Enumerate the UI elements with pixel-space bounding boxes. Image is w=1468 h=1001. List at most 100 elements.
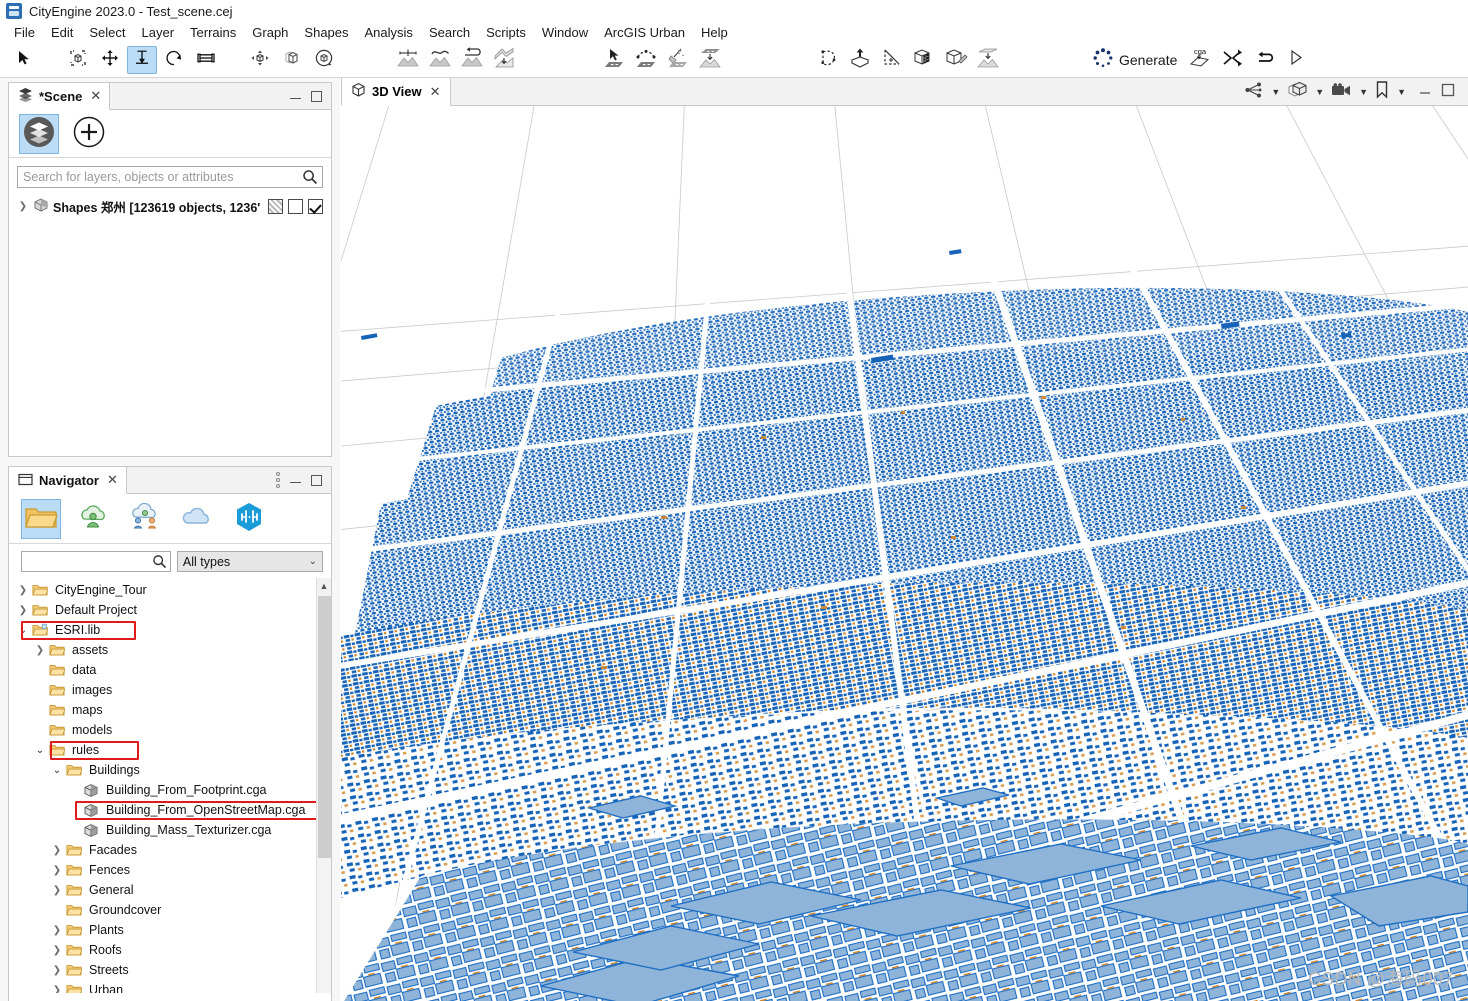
close-icon[interactable]: ✕ — [90, 88, 101, 104]
menu-shapes[interactable]: Shapes — [296, 24, 356, 41]
texture-paint-tool-button[interactable] — [941, 46, 971, 74]
street-cleanup-tool-button[interactable] — [663, 46, 693, 74]
chevron-down-icon[interactable]: ⌄ — [51, 765, 63, 776]
navigator-tree-row[interactable]: maps — [9, 700, 331, 720]
orbit-tool-button[interactable] — [309, 46, 339, 74]
navigator-tree-row[interactable]: ❯ Facades — [9, 840, 331, 860]
maximize-icon[interactable] — [311, 474, 322, 486]
scrollbar-thumb[interactable] — [318, 596, 331, 858]
scroll-up-icon[interactable]: ▲ — [317, 578, 331, 594]
move-tool-button[interactable] — [95, 46, 125, 74]
reset-tool-button[interactable] — [1249, 46, 1279, 74]
menu-select[interactable]: Select — [81, 24, 133, 41]
terrain-smooth-tool-button[interactable] — [425, 46, 455, 74]
scale-vertical-tool-button[interactable] — [127, 45, 157, 74]
tab-3d-view[interactable]: 3D View ✕ — [341, 78, 451, 106]
chevron-right-icon[interactable]: ❯ — [51, 925, 63, 936]
group-content-button[interactable] — [125, 499, 165, 539]
chevron-right-icon[interactable]: ❯ — [51, 965, 63, 976]
chevron-right-icon[interactable]: ❯ — [51, 865, 63, 876]
chevron-down-icon[interactable]: ⌄ — [34, 745, 46, 756]
chevron-down-icon[interactable]: ▼ — [1359, 87, 1368, 97]
navigator-tree-row[interactable]: models — [9, 720, 331, 740]
menu-help[interactable]: Help — [693, 24, 736, 41]
view-menu-icon[interactable] — [276, 472, 280, 488]
camera-button[interactable] — [1327, 81, 1355, 103]
navigator-tree-row[interactable]: ⌄ ESRI.lib — [9, 620, 331, 640]
chevron-down-icon[interactable]: ▼ — [1271, 87, 1280, 97]
minimize-icon[interactable] — [290, 92, 301, 101]
chevron-down-icon[interactable]: ⌄ — [17, 625, 29, 636]
layer-hatch-box[interactable] — [268, 198, 284, 214]
share-button[interactable] — [1241, 81, 1267, 103]
3d-viewport[interactable]: CSDN @海码007 — [341, 106, 1468, 1001]
local-folder-button[interactable] — [21, 498, 61, 539]
search-input[interactable] — [18, 167, 322, 187]
street-create-tool-button[interactable] — [631, 46, 661, 74]
box-select-tool-button[interactable] — [63, 46, 93, 74]
cga-rule-tool-button[interactable]: cga — [1185, 46, 1215, 74]
navigator-tree-row[interactable]: images — [9, 680, 331, 700]
add-layer-button[interactable] — [69, 114, 109, 154]
stretch-tool-button[interactable] — [191, 46, 221, 74]
duplicate-tool-button[interactable] — [277, 46, 307, 74]
arcgis-online-button[interactable] — [229, 499, 269, 539]
navigator-search-input[interactable] — [22, 552, 170, 571]
texture-tool-button[interactable] — [909, 46, 939, 74]
tab-navigator[interactable]: Navigator ✕ — [9, 467, 127, 494]
layer-empty-checkbox[interactable] — [288, 198, 304, 214]
my-content-button[interactable] — [73, 499, 113, 539]
navigator-search-box[interactable] — [21, 551, 171, 572]
chevron-down-icon[interactable]: ▼ — [1315, 87, 1324, 97]
menu-graph[interactable]: Graph — [244, 24, 296, 41]
menu-search[interactable]: Search — [421, 24, 478, 41]
chevron-down-icon[interactable]: ▼ — [1397, 87, 1406, 97]
navigator-tree-row[interactable]: ⌄ rules — [9, 740, 331, 760]
chevron-right-icon[interactable]: ❯ — [51, 985, 63, 994]
maximize-view-button[interactable] — [1438, 81, 1458, 103]
navigator-tree-row[interactable]: data — [9, 660, 331, 680]
bookmark-button[interactable] — [1371, 81, 1393, 103]
play-tool-button[interactable] — [1281, 46, 1311, 74]
close-icon[interactable]: ✕ — [430, 84, 441, 100]
minimize-view-button[interactable] — [1415, 81, 1435, 103]
navigator-tree-row[interactable]: ❯ Streets — [9, 960, 331, 980]
navigator-tree-row[interactable]: ❯ General — [9, 880, 331, 900]
navigator-tree-row[interactable]: Building_From_Footprint.cga — [9, 780, 331, 800]
layer-visible-checkbox[interactable] — [308, 198, 324, 214]
chevron-right-icon[interactable]: ❯ — [51, 945, 63, 956]
navigator-tree-row[interactable]: ❯ Urban — [9, 980, 331, 993]
navigator-tree-row[interactable]: ⌄ Buildings — [9, 760, 331, 780]
select-tool-button[interactable] — [9, 46, 39, 74]
close-icon[interactable]: ✕ — [107, 472, 118, 488]
menu-scripts[interactable]: Scripts — [478, 24, 534, 41]
tab-scene[interactable]: *Scene ✕ — [9, 83, 111, 110]
navigator-tree-row[interactable]: ❯ Fences — [9, 860, 331, 880]
menu-file[interactable]: File — [6, 24, 43, 41]
scene-search-box[interactable] — [17, 166, 323, 188]
street-select-tool-button[interactable] — [599, 46, 629, 74]
push-pull-tool-button[interactable] — [845, 46, 875, 74]
minimize-icon[interactable] — [290, 476, 301, 485]
chevron-right-icon[interactable]: ❯ — [51, 845, 63, 856]
rotate-tool-button[interactable] — [159, 46, 189, 74]
generate-button[interactable]: Generate — [1088, 46, 1184, 74]
menu-arcgis-urban[interactable]: ArcGIS Urban — [596, 24, 693, 41]
navigator-tree-row[interactable]: ❯ assets — [9, 640, 331, 660]
navigator-tree-row[interactable]: Groundcover — [9, 900, 331, 920]
type-filter-select[interactable]: All types ⌄ — [176, 551, 323, 572]
layers-view-button[interactable] — [19, 113, 59, 154]
chevron-right-icon[interactable]: ❯ — [17, 605, 29, 616]
menu-window[interactable]: Window — [534, 24, 596, 41]
navigator-scrollbar[interactable]: ▲ — [316, 578, 331, 993]
terrain-align-tool-button[interactable] — [489, 46, 519, 74]
randomize-seed-tool-button[interactable] — [1217, 46, 1247, 74]
navigator-tree-row[interactable]: Building_Mass_Texturizer.cga — [9, 820, 331, 840]
shape-create-tool-button[interactable] — [813, 46, 843, 74]
public-content-button[interactable] — [177, 499, 217, 539]
terrain-level-tool-button[interactable] — [393, 46, 423, 74]
navigator-tree-row[interactable]: ❯ Roofs — [9, 940, 331, 960]
navigator-tree-row[interactable]: ❯ Plants — [9, 920, 331, 940]
maximize-icon[interactable] — [311, 90, 322, 102]
chevron-right-icon[interactable]: ❯ — [51, 885, 63, 896]
